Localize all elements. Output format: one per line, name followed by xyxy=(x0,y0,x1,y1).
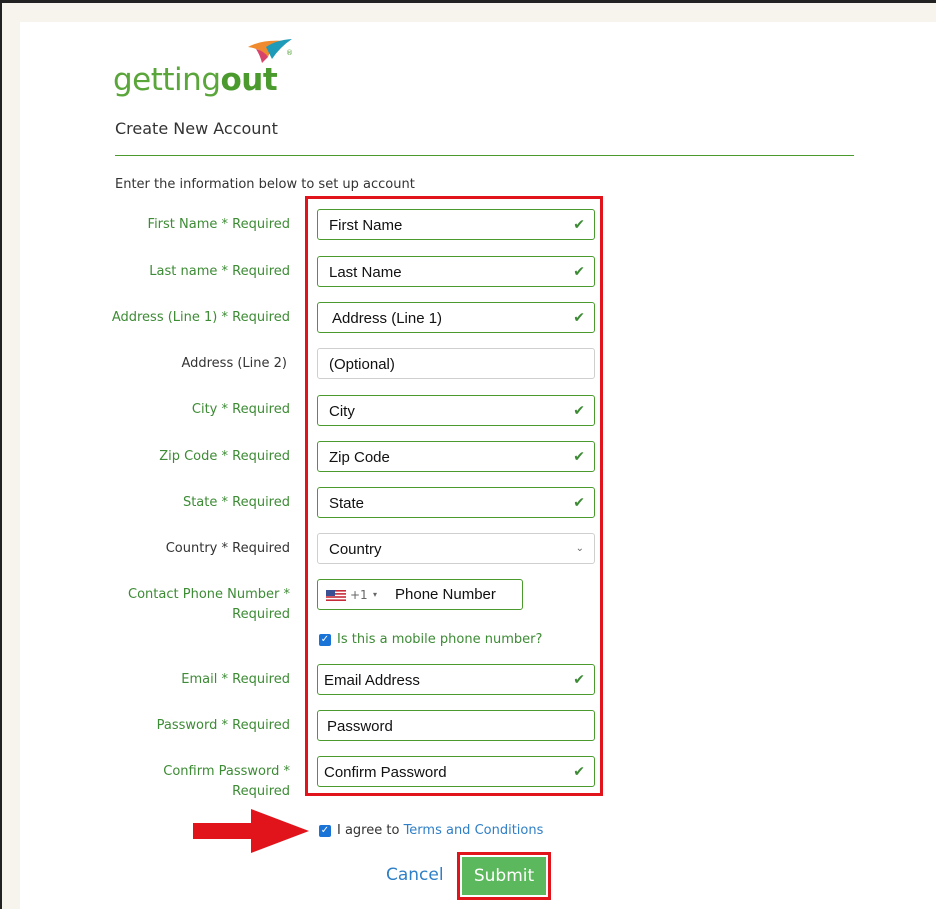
window-frame-top xyxy=(0,0,936,3)
email-label: Email * Required xyxy=(181,672,290,687)
intro-text: Enter the information below to set up ac… xyxy=(115,177,415,192)
password-label: Password * Required xyxy=(156,718,290,733)
window-frame-left xyxy=(0,0,2,909)
terms-prefix: I agree to xyxy=(337,823,404,838)
terms-and-conditions-link[interactable]: Terms and Conditions xyxy=(404,823,544,838)
terms-label: I agree to Terms and Conditions xyxy=(337,823,543,839)
address-line1-label: Address (Line 1) * Required xyxy=(111,310,290,325)
address-line2-label: Address (Line 2) xyxy=(181,356,287,371)
annotation-highlight-box xyxy=(305,196,603,796)
logo-swoosh-icon: ® xyxy=(248,39,293,63)
last-name-label: Last name * Required xyxy=(149,264,290,279)
confirm-password-label: Confirm Password * Required xyxy=(70,762,290,802)
confirm-password-label-line1: Confirm Password * xyxy=(163,764,290,779)
registered-mark: ® xyxy=(286,49,293,57)
cancel-button[interactable]: Cancel xyxy=(386,865,444,885)
first-name-label: First Name * Required xyxy=(147,217,290,232)
phone-label: Contact Phone Number * Required xyxy=(70,585,290,625)
country-label: Country * Required xyxy=(165,541,290,556)
phone-label-line1: Contact Phone Number * xyxy=(128,587,290,602)
page-title: Create New Account xyxy=(115,119,278,138)
zip-code-label: Zip Code * Required xyxy=(159,449,290,464)
phone-label-line2: Required xyxy=(232,607,290,622)
city-label: City * Required xyxy=(191,402,290,417)
confirm-password-label-line2: Required xyxy=(232,784,290,799)
terms-checkbox[interactable]: ✓ xyxy=(319,825,331,837)
submit-button[interactable]: Submit xyxy=(462,857,546,895)
registration-page: gettingout ® Create New Account Enter th… xyxy=(20,22,936,909)
title-divider xyxy=(115,155,854,156)
state-label: State * Required xyxy=(182,495,290,510)
annotation-arrow-icon xyxy=(193,809,309,853)
